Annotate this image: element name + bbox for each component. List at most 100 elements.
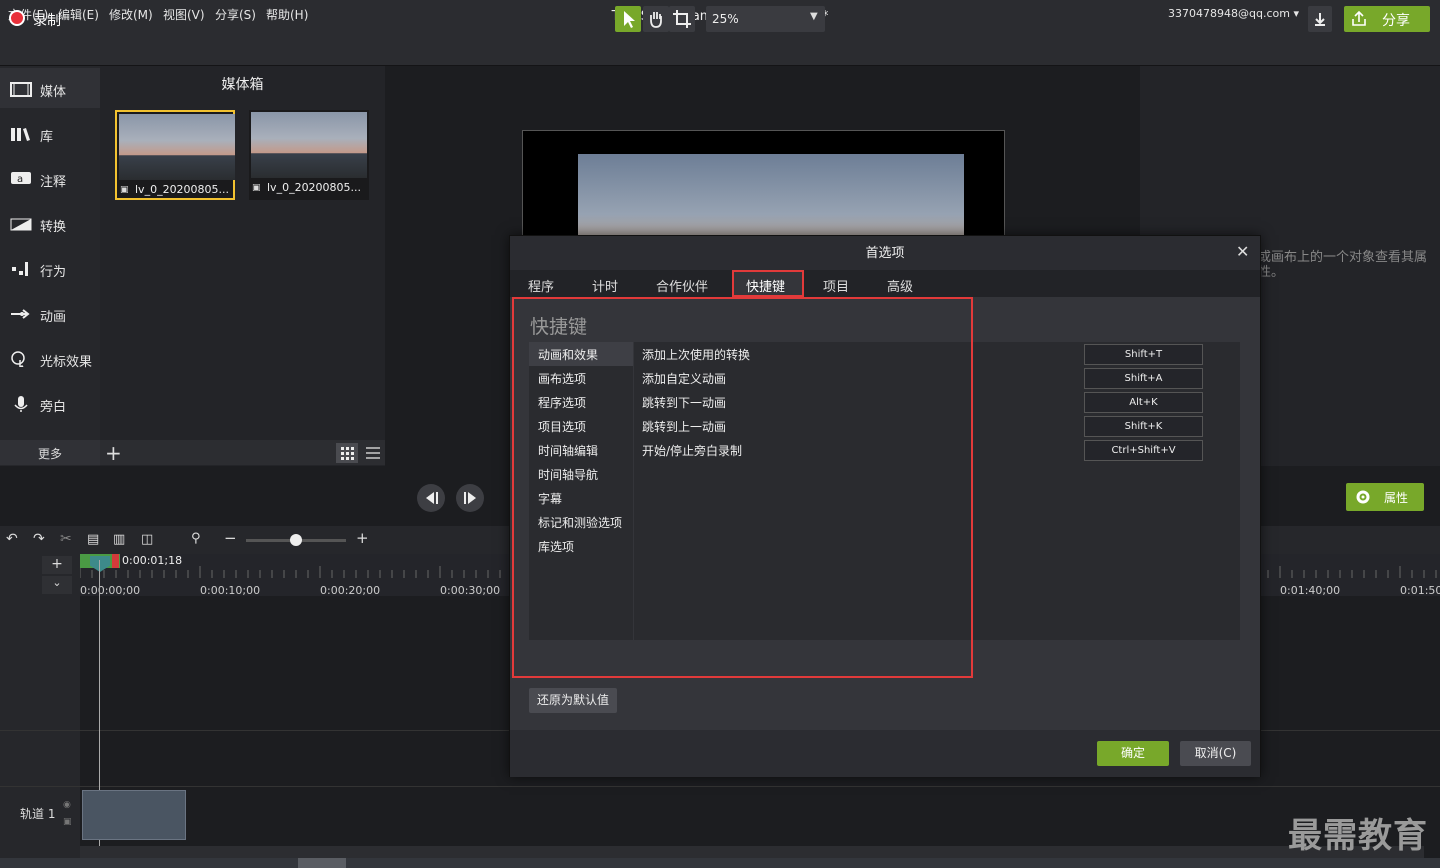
cut-icon[interactable]: ✂: [60, 531, 72, 547]
redo-icon[interactable]: ↷: [33, 531, 45, 547]
playhead-time: 0:00:01;18: [122, 554, 183, 567]
timeline-scrollbar[interactable]: [80, 846, 1424, 858]
share-upload-icon: [1352, 10, 1366, 26]
shortcut-key-field[interactable]: Shift+K: [1084, 416, 1203, 437]
lock-icon[interactable]: ▣: [63, 817, 72, 827]
menu-view[interactable]: 视图(V): [163, 6, 205, 23]
sidebar-item-label: 旁白: [40, 400, 67, 415]
menu-modify[interactable]: 修改(M): [109, 6, 153, 23]
menu-edit[interactable]: 编辑(E): [58, 6, 99, 23]
menu-share[interactable]: 分享(S): [215, 6, 256, 23]
ok-button[interactable]: 确定: [1097, 741, 1169, 766]
shortcut-key-field[interactable]: Ctrl+Shift+V: [1084, 440, 1203, 461]
zoom-in-icon[interactable]: +: [356, 529, 369, 547]
chevron-down-icon: ▼: [810, 11, 818, 22]
clip-name: lv_0_20200805...: [135, 183, 230, 196]
step-back-button[interactable]: [417, 484, 445, 512]
sidebar-item-annotations[interactable]: a 注释: [0, 158, 100, 198]
library-icon: [11, 128, 30, 141]
sidebar-item-label: 光标效果: [40, 355, 93, 370]
shortcut-key-field[interactable]: Shift+T: [1084, 344, 1203, 365]
tab-advanced[interactable]: 高级: [887, 276, 913, 295]
media-clip-thumbnail[interactable]: ▣ lv_0_20200805...: [249, 110, 369, 200]
svg-text:a: a: [17, 174, 23, 185]
sidebar-item-transitions[interactable]: 转换: [0, 203, 100, 243]
canvas-video-preview[interactable]: [578, 154, 964, 240]
tab-partners[interactable]: 合作伙伴: [656, 276, 708, 295]
sidebar-item-label: 行为: [40, 265, 67, 280]
properties-button-label[interactable]: 属性: [1384, 489, 1408, 506]
add-media-icon[interactable]: +: [105, 441, 122, 465]
dialog-title: 首选项: [865, 246, 905, 261]
sidebar-item-voice-narration[interactable]: 旁白: [0, 383, 100, 423]
eye-icon[interactable]: ◉: [63, 800, 71, 810]
media-bin-title: 媒体箱: [221, 77, 264, 93]
sidebar-item-library[interactable]: 库: [0, 113, 100, 153]
undo-icon[interactable]: ↶: [6, 531, 18, 547]
add-track-button[interactable]: +: [42, 556, 72, 574]
tab-project[interactable]: 项目: [823, 276, 849, 295]
sidebar-item-animations[interactable]: 动画: [0, 293, 100, 333]
record-icon[interactable]: [9, 10, 25, 26]
track-divider: [0, 786, 1440, 787]
tools-sidebar: 媒体 库 a 注释 转换 行为 动画 光标效果 旁白: [0, 66, 100, 466]
paste-icon[interactable]: ▥: [113, 532, 125, 547]
sidebar-item-label: 库: [40, 130, 54, 145]
tab-program[interactable]: 程序: [528, 276, 554, 295]
main-toolbar: [0, 28, 1440, 66]
annotation-icon: a: [11, 172, 31, 185]
sidebar-item-label: 动画: [40, 310, 67, 325]
download-button[interactable]: [1308, 6, 1332, 32]
cursor-effect-icon: [11, 351, 25, 367]
selection-end-marker[interactable]: [112, 554, 119, 568]
zoom-search-icon: ⚲: [191, 531, 201, 546]
select-tool-button[interactable]: [615, 6, 641, 32]
account-label: 3370478948@qq.com: [1168, 7, 1290, 20]
highlight-box: [512, 297, 973, 678]
behavior-icon: [12, 262, 28, 276]
share-button-label[interactable]: 分享: [1382, 10, 1410, 30]
split-icon[interactable]: ◫: [141, 532, 153, 547]
account-menu[interactable]: 3370478948@qq.com ▾: [1168, 7, 1299, 20]
media-clip-thumbnail[interactable]: ▣ lv_0_20200805...: [115, 110, 235, 200]
tab-timing[interactable]: 计时: [592, 276, 618, 295]
tab-shortcuts[interactable]: 快捷键: [746, 276, 785, 295]
more-tools-label[interactable]: 更多: [38, 445, 62, 462]
chevron-down-icon: ▾: [1293, 7, 1299, 20]
sidebar-item-label: 转换: [40, 220, 67, 235]
menu-help[interactable]: 帮助(H): [266, 6, 308, 23]
step-forward-button[interactable]: [456, 484, 484, 512]
track-name[interactable]: 轨道 1: [20, 805, 55, 822]
timeline-clip[interactable]: [82, 790, 186, 840]
status-strip: [0, 858, 1440, 868]
pan-tool-button[interactable]: [643, 6, 669, 32]
horizontal-scroll-thumb[interactable]: [298, 858, 346, 868]
sidebar-item-media[interactable]: 媒体: [0, 68, 100, 108]
cancel-button[interactable]: 取消(C): [1180, 741, 1251, 766]
clip-preview-image: [119, 114, 235, 180]
record-button-label[interactable]: 录制: [33, 10, 61, 30]
gear-icon: [1356, 490, 1370, 504]
step-back-icon: [426, 492, 438, 504]
crop-icon: [673, 10, 691, 28]
shortcut-key-field[interactable]: Shift+A: [1084, 368, 1203, 389]
crop-tool-button[interactable]: [669, 6, 695, 32]
video-clip-icon: ▣: [252, 183, 261, 193]
cursor-arrow-icon: [624, 11, 635, 28]
timeline-zoom-handle[interactable]: [290, 534, 302, 546]
sidebar-item-behaviors[interactable]: 行为: [0, 248, 100, 288]
animation-arrow-icon: [11, 309, 30, 319]
clip-name: lv_0_20200805...: [267, 181, 362, 194]
restore-defaults-button[interactable]: 还原为默认值: [529, 688, 617, 713]
shortcut-key-field[interactable]: Alt+K: [1084, 392, 1203, 413]
close-icon[interactable]: ✕: [1236, 242, 1249, 261]
grid-view-icon[interactable]: [336, 443, 358, 463]
sidebar-item-label: 注释: [40, 175, 67, 190]
hand-icon: [650, 12, 662, 28]
zoom-out-icon[interactable]: −: [224, 529, 237, 547]
sidebar-item-cursor-effects[interactable]: 光标效果: [0, 338, 100, 378]
list-view-icon[interactable]: [362, 443, 384, 463]
copy-icon[interactable]: ▤: [87, 532, 99, 547]
step-forward-icon: [464, 492, 476, 504]
track-options-chevron-icon[interactable]: ⌄: [42, 576, 72, 594]
